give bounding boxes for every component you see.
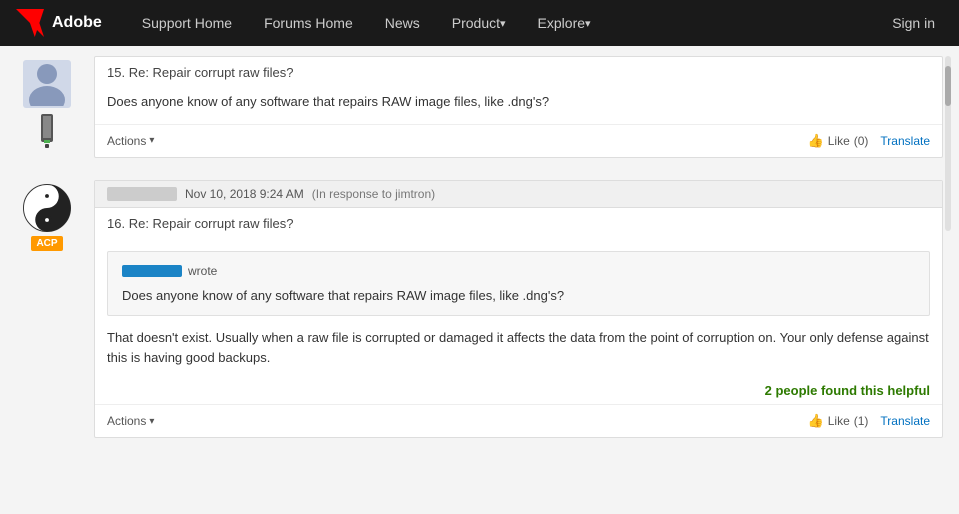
post-16-helpful: 2 people found this helpful — [95, 379, 942, 404]
post-16-footer: Actions 👍 Like (1) Translate — [95, 404, 942, 437]
post-15-wrapper: 15. Re: Repair corrupt raw files? Does a… — [0, 46, 959, 174]
post-16-like-count: (1) — [854, 414, 869, 428]
post-15-avatar-col — [16, 56, 78, 153]
person-icon — [27, 62, 67, 106]
nav-forums-home[interactable]: Forums Home — [248, 0, 369, 46]
post-15-footer: Actions 👍 Like (0) Translate — [95, 124, 942, 157]
post-16-actions-btn[interactable]: Actions — [107, 414, 154, 428]
post-15-body: Does anyone know of any software that re… — [95, 84, 942, 124]
post-15-card: 15. Re: Repair corrupt raw files? Does a… — [94, 56, 943, 158]
nav-explore[interactable]: Explore — [522, 0, 607, 46]
device-icon — [39, 114, 55, 153]
post-15-like-btn[interactable]: 👍 Like (0) — [808, 133, 869, 149]
nav-support-home[interactable]: Support Home — [126, 0, 248, 46]
post-16-quote: wrote Does anyone know of any software t… — [107, 251, 930, 317]
post-16-like-btn[interactable]: 👍 Like (1) — [808, 413, 869, 429]
post-16-date: Nov 10, 2018 9:24 AM — [185, 187, 304, 201]
post-15-translate-link[interactable]: Translate — [880, 134, 930, 148]
nav-bar: Adobe Support Home Forums Home News Prod… — [0, 0, 959, 46]
post-16-footer-right: 👍 Like (1) Translate — [808, 413, 930, 429]
device-svg-icon — [39, 114, 55, 150]
post-16-like-label: Like — [828, 414, 850, 428]
acp-badge: ACP — [31, 236, 62, 251]
nav-logo[interactable]: Adobe — [16, 9, 102, 37]
post-15-title: 15. Re: Repair corrupt raw files? — [95, 57, 942, 84]
nav-links: Support Home Forums Home News Product Ex… — [126, 0, 884, 46]
post-16-avatar-col: ACP — [16, 180, 78, 251]
post-16-wrapper: ACP Nov 10, 2018 9:24 AM (In response to… — [0, 174, 959, 455]
nav-news[interactable]: News — [369, 0, 436, 46]
adobe-logo-icon — [16, 9, 44, 37]
post-16-card: Nov 10, 2018 9:24 AM (In response to jim… — [94, 180, 943, 439]
thumbs-up-icon-2: 👍 — [808, 413, 824, 429]
post-15-footer-right: 👍 Like (0) Translate — [808, 133, 930, 149]
nav-logo-text: Adobe — [52, 14, 102, 32]
post-16-quote-body: Does anyone know of any software that re… — [122, 286, 915, 306]
post-16-wrote-label: wrote — [188, 262, 217, 280]
post-16-card-area: Nov 10, 2018 9:24 AM (In response to jim… — [86, 180, 943, 455]
nav-signin[interactable]: Sign in — [884, 15, 943, 31]
post-16-avatar — [23, 184, 71, 232]
post-16-in-response: (In response to jimtron) — [312, 187, 435, 201]
post-15-like-label: Like — [828, 134, 850, 148]
thumbs-up-icon: 👍 — [808, 133, 824, 149]
scrollbar-track[interactable] — [945, 56, 951, 231]
post-16-body: wrote Does anyone know of any software t… — [95, 235, 942, 380]
post-16-main-body: That doesn't exist. Usually when a raw f… — [107, 328, 930, 367]
post-16-translate-link[interactable]: Translate — [880, 414, 930, 428]
post-15-actions-btn[interactable]: Actions — [107, 134, 154, 148]
nav-product[interactable]: Product — [436, 0, 522, 46]
post-16-username — [107, 187, 177, 201]
post-15-card-area: 15. Re: Repair corrupt raw files? Does a… — [86, 56, 943, 174]
post-16-quote-author: wrote — [122, 262, 915, 280]
post-16-header: Nov 10, 2018 9:24 AM (In response to jim… — [95, 181, 942, 208]
post-15-avatar — [23, 60, 71, 108]
quote-username-block — [122, 265, 182, 277]
post-15-like-count: (0) — [854, 134, 869, 148]
scrollbar-thumb[interactable] — [945, 66, 951, 106]
yinyang-icon — [23, 184, 71, 232]
post-16-title: 16. Re: Repair corrupt raw files? — [95, 208, 942, 235]
